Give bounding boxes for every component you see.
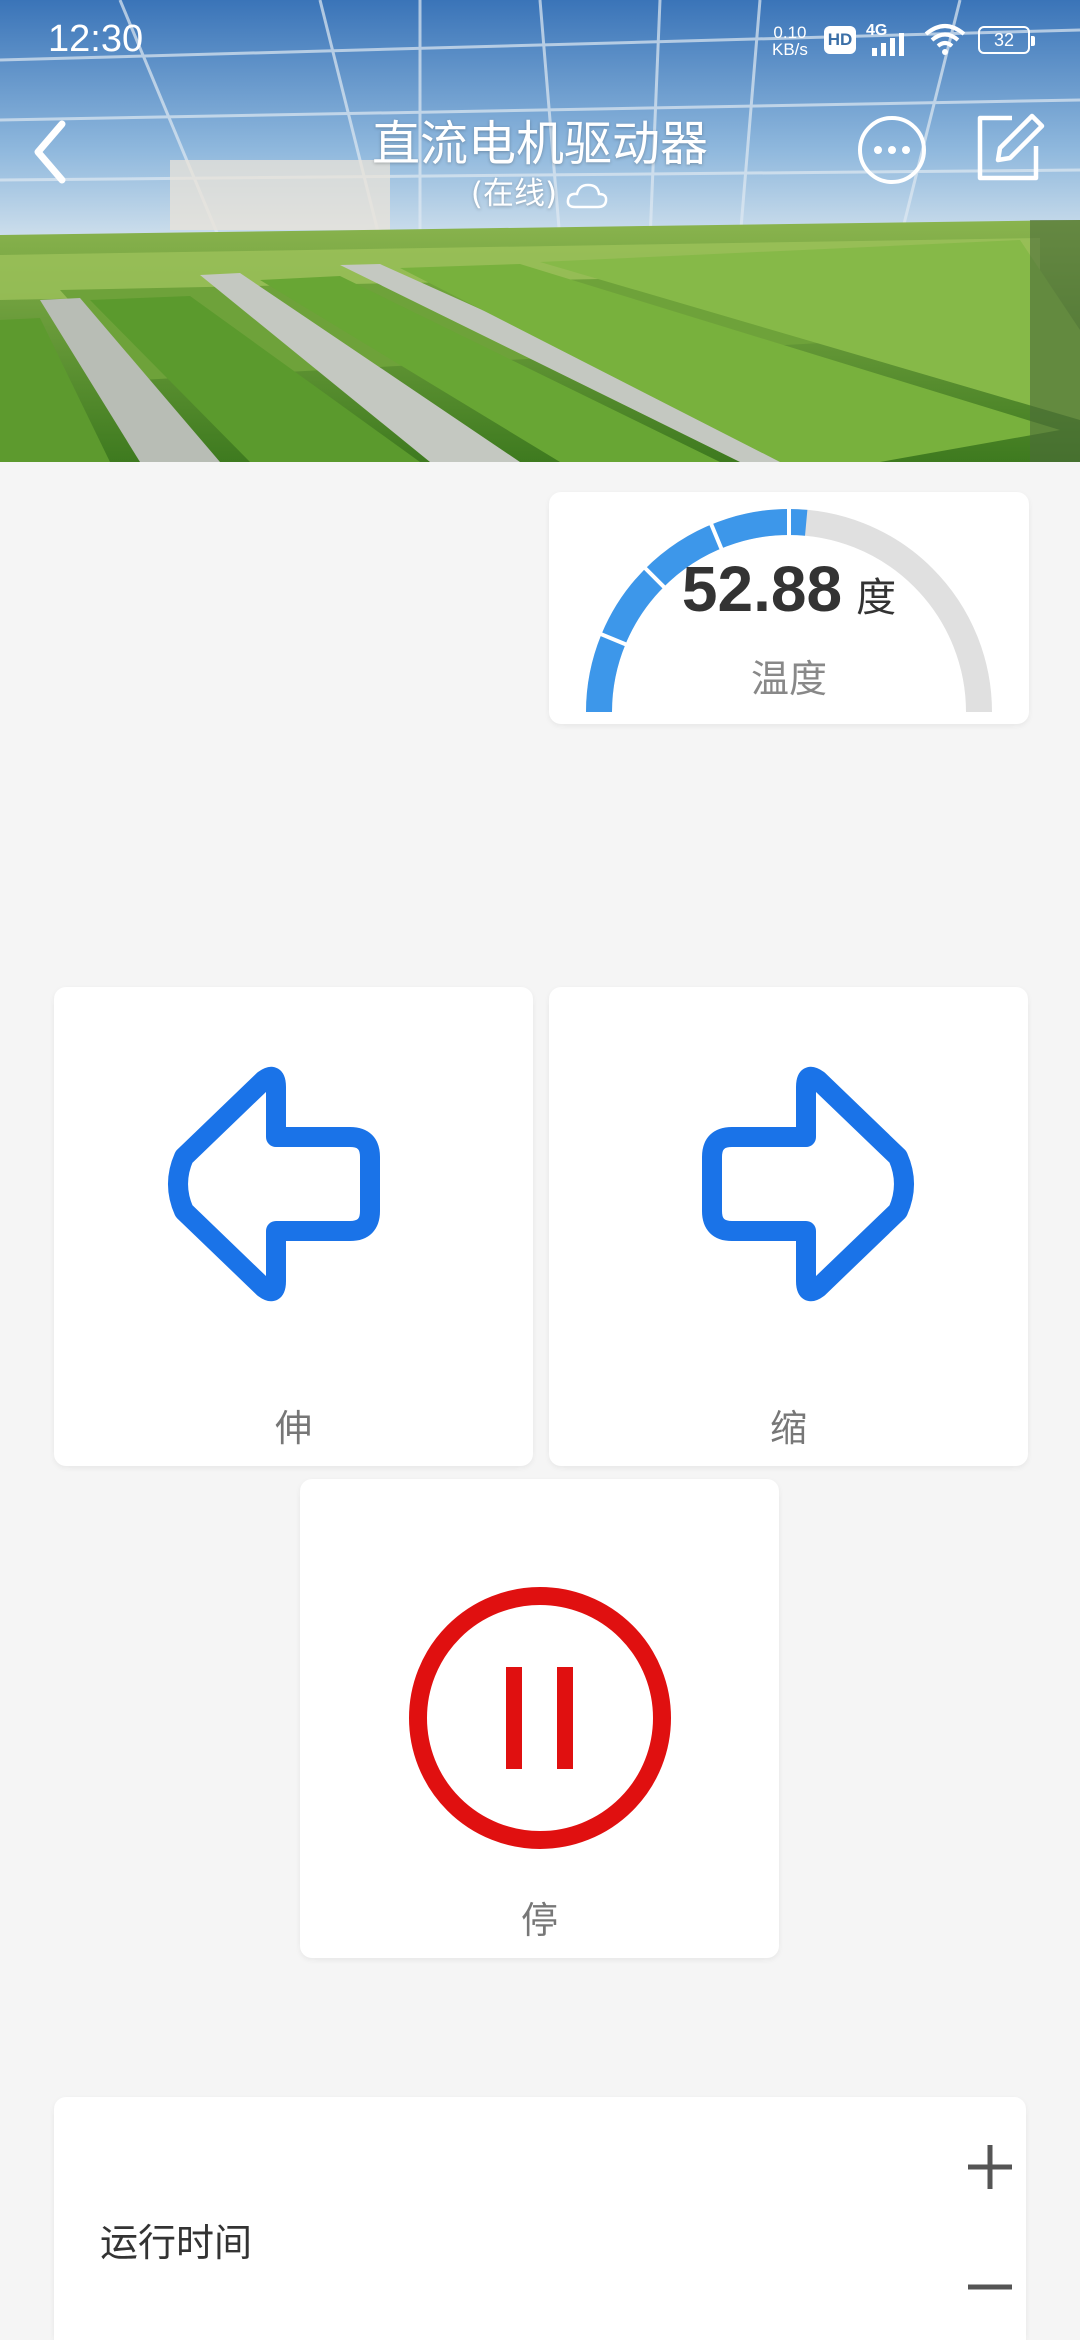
extend-label: 伸 <box>275 1407 312 1450</box>
online-status-text: (在线) <box>470 176 558 212</box>
status-bar: 12:30 0.10 KB/s HD 4G 32 <box>0 0 1080 80</box>
retract-label: 缩 <box>770 1407 807 1450</box>
network-speed-unit: KB/s <box>772 40 808 59</box>
gauge-value-display: 52.88 度 <box>549 552 1029 626</box>
clock-time: 12:30 <box>48 18 144 60</box>
temperature-gauge-card: 52.88 度 温度 <box>549 492 1029 724</box>
signal-strength-icon <box>872 33 904 56</box>
runtime-label: 运行时间 <box>100 2221 253 2265</box>
stop-button[interactable]: 停 <box>300 1479 779 1958</box>
edit-icon[interactable] <box>972 110 1048 186</box>
retract-button[interactable]: 缩 <box>549 987 1028 1466</box>
page-title: 直流电机驱动器 <box>371 116 708 172</box>
header-banner: 12:30 0.10 KB/s HD 4G 32 直流电机驱动器 (在线) <box>0 0 1080 462</box>
temperature-value: 52.88 <box>681 553 843 625</box>
extend-button[interactable]: 伸 <box>54 987 533 1466</box>
network-speed: 0.10 KB/s <box>772 24 808 58</box>
temperature-label: 温度 <box>750 657 827 701</box>
runtime-card: 运行时间 <box>54 2097 1026 2340</box>
device-online-status: (在线) <box>240 168 840 213</box>
back-arrow-icon[interactable] <box>20 112 90 192</box>
stop-label: 停 <box>521 1899 558 1942</box>
more-options-icon[interactable] <box>856 114 928 186</box>
network-speed-value: 0.10 <box>773 23 807 42</box>
arrow-right-icon <box>702 1066 914 1302</box>
plus-icon[interactable] <box>960 2137 1020 2197</box>
arrow-left-icon <box>168 1066 380 1302</box>
cloud-icon <box>566 183 608 208</box>
pause-icon <box>409 1587 671 1849</box>
minus-icon[interactable] <box>960 2257 1020 2317</box>
hd-badge: HD <box>824 26 856 54</box>
wifi-icon <box>924 24 966 55</box>
battery-icon: 32 <box>978 26 1035 54</box>
temperature-unit: 度 <box>856 575 897 621</box>
